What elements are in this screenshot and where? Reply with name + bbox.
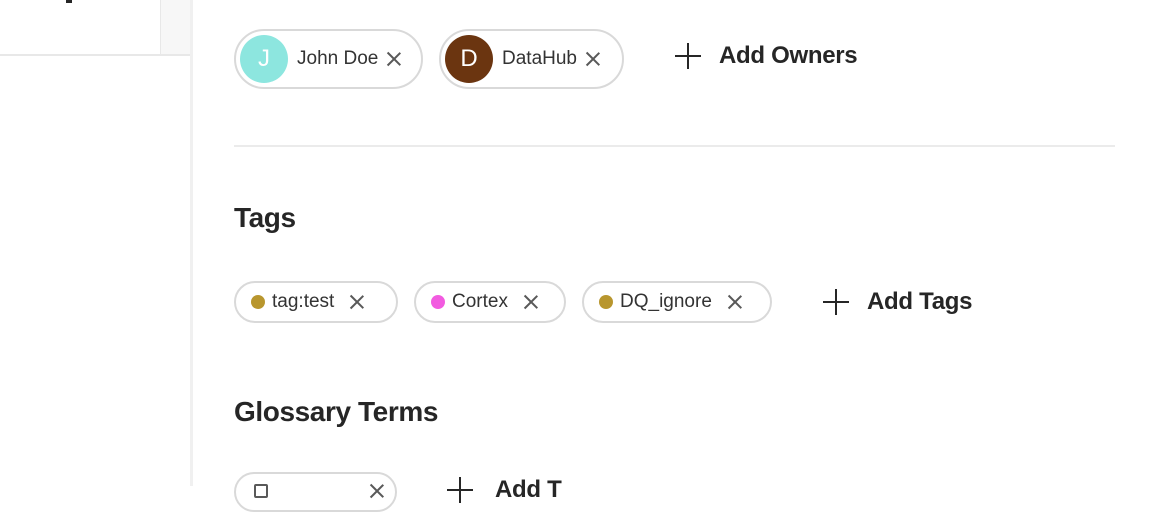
tag-pill-tag-test[interactable]: tag:test <box>234 281 398 323</box>
sidebar-tab-label-fragment <box>66 0 72 3</box>
sidebar-divider <box>0 55 190 56</box>
tag-name: tag:test <box>272 291 335 312</box>
tag-color-dot <box>599 295 613 309</box>
avatar: D <box>445 35 493 83</box>
book-icon <box>254 484 268 498</box>
tag-name: Cortex <box>452 291 508 312</box>
close-icon[interactable] <box>350 295 364 309</box>
close-icon[interactable] <box>387 52 401 66</box>
plus-icon <box>447 477 473 503</box>
add-tags-button[interactable]: Add Tags <box>823 288 972 316</box>
plus-icon <box>675 43 701 69</box>
glossary-terms-section-title: Glossary Terms <box>234 396 438 427</box>
tag-pill-cortex[interactable]: Cortex <box>414 281 566 323</box>
glossary-term-pill[interactable] <box>234 472 397 512</box>
add-owners-label: Add Owners <box>719 42 858 69</box>
add-terms-button[interactable]: Add T <box>447 476 562 504</box>
add-tags-label: Add Tags <box>867 288 973 315</box>
sidebar-collapse-strip[interactable] <box>161 0 190 55</box>
owner-name: DataHub <box>502 48 577 69</box>
tag-pill-dq-ignore[interactable]: DQ_ignore <box>582 281 772 323</box>
owner-name: John Doe <box>297 48 379 69</box>
close-icon[interactable] <box>370 484 384 498</box>
close-icon[interactable] <box>524 295 538 309</box>
tag-color-dot <box>251 295 265 309</box>
section-divider <box>234 145 1115 147</box>
tag-name: DQ_ignore <box>620 291 712 312</box>
avatar: J <box>240 35 288 83</box>
add-owners-button[interactable]: Add Owners <box>675 42 858 70</box>
close-icon[interactable] <box>728 295 742 309</box>
tag-color-dot <box>431 295 445 309</box>
plus-icon <box>823 289 849 315</box>
tags-section-title: Tags <box>234 202 296 233</box>
left-sidebar <box>0 0 190 486</box>
owner-pill-john-doe[interactable]: J John Doe <box>234 29 423 89</box>
owner-pill-datahub[interactable]: D DataHub <box>439 29 624 89</box>
sidebar-tab[interactable] <box>0 0 161 55</box>
add-terms-label: Add T <box>495 476 562 503</box>
panel-splitter[interactable] <box>190 0 193 486</box>
close-icon[interactable] <box>586 52 600 66</box>
